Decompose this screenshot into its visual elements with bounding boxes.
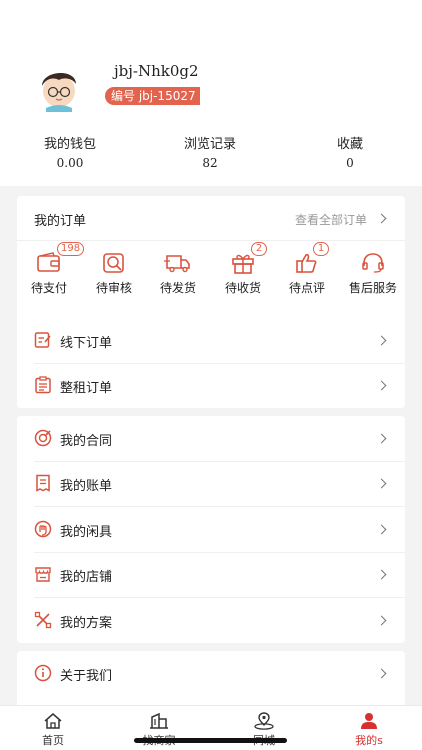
user-icon [361,713,377,729]
menu-card: 我的合同 我的账单 我的闲具 我的店铺 我的方案 [17,416,405,643]
stat-label: 浏览记录 [183,137,236,152]
row-label: 线下订单 [60,336,113,351]
order-label: 待发货 [159,281,196,295]
username: jbj-Nhk0g2 [114,62,199,80]
info-icon [34,664,52,682]
tab-find-merchants[interactable]: 找商家 [114,706,204,750]
row-my-idle-tools[interactable]: 我的闲具 [17,507,405,552]
chevron-right-icon [376,213,387,224]
chevron-right-icon [376,335,387,346]
truck-icon [164,255,190,273]
row-label: 我的方案 [60,616,113,631]
chevron-right-icon [376,615,387,626]
gift-icon [232,254,254,274]
stat-value: 0 [346,156,354,170]
chevron-right-icon [376,433,387,444]
rental-order-icon [35,376,51,394]
chevron-right-icon [376,524,387,535]
stat-history[interactable]: 浏览记录 82 [160,136,260,172]
order-pending-shipment[interactable]: 待发货 [146,248,210,296]
row-label: 关于我们 [60,669,113,684]
order-after-sales[interactable]: 售后服务 [341,248,405,296]
row-label: 我的合同 [60,434,113,449]
home-indicator [134,738,287,743]
buildings-icon [150,712,168,729]
location-icon [254,712,274,730]
row-my-plans[interactable]: 我的方案 [17,598,405,643]
row-rental-orders[interactable]: 整租订单 [17,363,405,408]
order-status-row: 待支付 198 待审核 待发货 待收货 2 待点评 1 售后服务 [17,242,405,308]
row-my-contracts[interactable]: 我的合同 [17,416,405,461]
review-icon [103,253,124,273]
tab-mine[interactable]: 我的s [324,706,414,750]
stat-label: 我的钱包 [43,137,96,152]
plan-icon [34,611,52,629]
row-my-shop[interactable]: 我的店铺 [17,552,405,597]
stat-value: 82 [202,156,218,170]
count-badge: 198 [57,242,85,256]
avatar[interactable] [34,62,84,112]
headset-icon [362,253,384,273]
orders-header[interactable]: 我的订单 查看全部订单 [17,196,405,241]
tab-same-city[interactable]: 同城 [219,706,309,750]
order-label: 待审核 [95,281,132,295]
see-all-orders-link[interactable]: 查看全部订单 [295,211,367,228]
order-label: 待点评 [288,281,325,295]
contract-icon [34,429,52,447]
order-pending-payment[interactable]: 待支付 198 [17,242,85,296]
count-badge: 2 [251,242,267,256]
row-label: 整租订单 [60,381,113,396]
shop-icon [35,567,51,582]
bill-icon [36,474,50,492]
row-my-bills[interactable]: 我的账单 [17,461,405,506]
profile-header: jbj-Nhk0g2 编号 jbj-15027 我的钱包 0.00 浏览记录 8… [0,0,422,186]
row-label: 我的账单 [60,479,113,494]
member-id-badge: 编号 jbj-15027 [105,87,200,105]
order-label: 待支付 [30,281,67,295]
tab-label: 首页 [42,734,64,747]
chevron-right-icon [376,380,387,391]
stat-wallet[interactable]: 我的钱包 0.00 [20,136,120,172]
stat-value: 0.00 [56,156,84,170]
stat-label: 收藏 [336,137,363,152]
bottom-tab-bar: 首页 找商家 同城 我的s [0,705,422,750]
about-card: 关于我们 [17,651,405,711]
chevron-right-icon [376,569,387,580]
chevron-right-icon [376,668,387,679]
chevron-right-icon [376,478,387,489]
row-offline-orders[interactable]: 线下订单 [17,318,405,363]
row-about-us[interactable]: 关于我们 [17,651,405,696]
tab-label: 我的s [355,734,383,747]
orders-title: 我的订单 [34,214,87,229]
order-pending-review[interactable]: 待审核 [82,248,146,296]
row-label: 我的店铺 [60,570,113,585]
order-pending-receipt[interactable]: 待收货 2 [211,242,275,296]
orders-card: 我的订单 查看全部订单 待支付 198 待审核 待发货 待收货 2 待点评 1 … [17,196,405,408]
order-pending-comment[interactable]: 待点评 1 [275,242,339,296]
idle-tools-icon [34,520,52,538]
wallet-icon [37,252,60,272]
order-label: 售后服务 [348,281,397,295]
tab-home[interactable]: 首页 [8,706,98,750]
row-label: 我的闲具 [60,525,113,540]
offline-order-icon [34,332,51,348]
count-badge: 1 [313,242,329,256]
order-label: 待收货 [224,281,261,295]
home-icon [44,713,62,729]
stat-favorites[interactable]: 收藏 0 [300,136,400,172]
